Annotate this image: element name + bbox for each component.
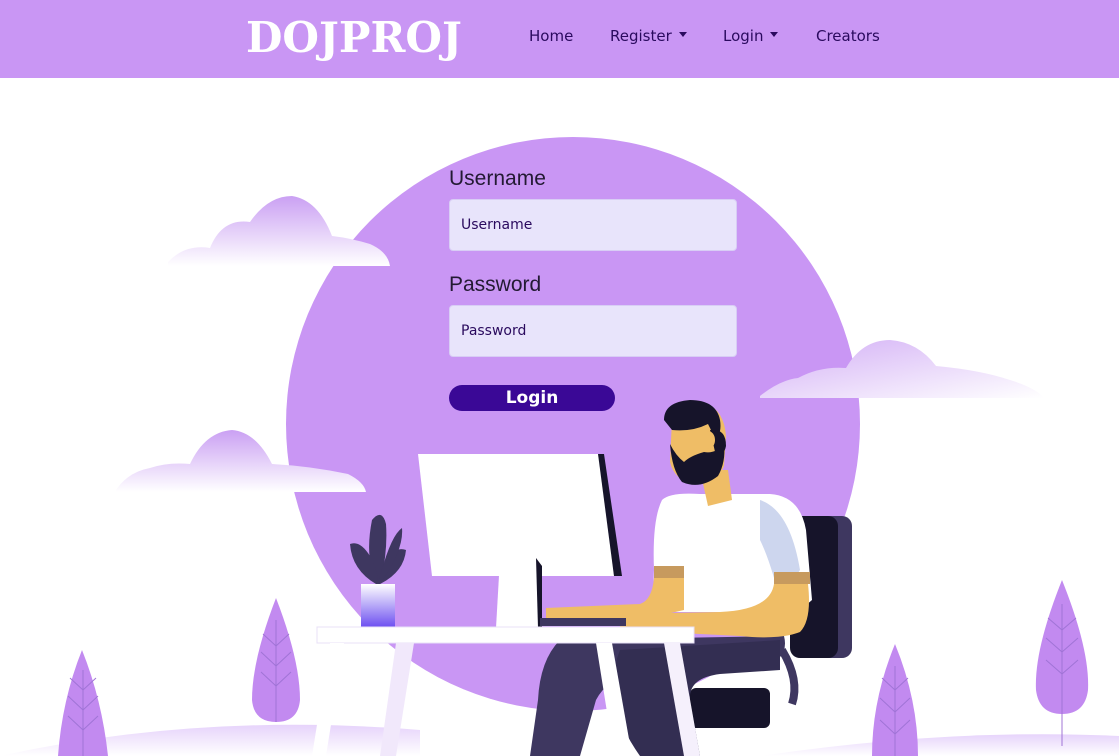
ground-hill-right	[760, 734, 1119, 756]
tree-left-front	[58, 650, 108, 756]
caret-down-icon	[678, 32, 687, 37]
username-input[interactable]	[449, 199, 737, 251]
password-input[interactable]	[449, 305, 737, 357]
password-label: Password	[449, 273, 542, 296]
nav-home-label: Home	[529, 27, 574, 45]
tree-right-back	[1035, 580, 1089, 746]
caret-down-icon	[770, 32, 779, 37]
top-navbar: DOJPROJ Home Register Login Creators	[0, 0, 1119, 78]
brand-logo[interactable]: DOJPROJ	[246, 12, 462, 64]
nav-home-link[interactable]: Home	[529, 26, 573, 46]
nav-register-dropdown[interactable]: Register	[610, 26, 687, 46]
username-label: Username	[449, 167, 546, 190]
login-form: Username Password Login	[449, 165, 739, 411]
login-submit-button[interactable]: Login	[449, 385, 615, 411]
tree-left-back	[252, 598, 300, 722]
cloud-top-left	[168, 196, 390, 266]
tree-right-front	[872, 644, 918, 756]
page: DOJPROJ Home Register Login Creators Use…	[0, 0, 1119, 756]
nav-creators-link[interactable]: Creators	[816, 26, 880, 46]
nav-creators-label: Creators	[816, 27, 880, 45]
nav-login-dropdown[interactable]: Login	[723, 26, 779, 46]
nav-register-label: Register	[610, 27, 672, 45]
nav-login-label: Login	[723, 27, 764, 45]
keyboard	[540, 618, 626, 626]
